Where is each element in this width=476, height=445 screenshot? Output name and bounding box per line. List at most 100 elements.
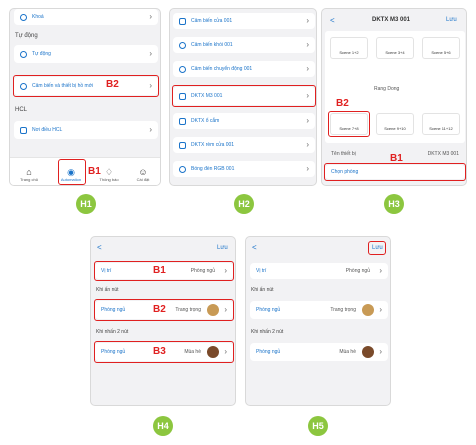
scene-thumbnail bbox=[362, 346, 374, 358]
screen-h4: < Lưu Vị trí Phòng ngủ › B1 Khi ấn nút P… bbox=[90, 236, 236, 406]
marker-b3: B3 bbox=[153, 346, 166, 357]
section-one-press: Khi ấn nút bbox=[251, 287, 274, 293]
chevron-right-icon: › bbox=[306, 40, 309, 49]
chevron-right-icon: › bbox=[306, 64, 309, 73]
device-row-3[interactable]: Cảm biến chuyển động 001 › bbox=[173, 61, 315, 77]
back-button[interactable]: < bbox=[330, 16, 335, 25]
door-sensor-icon bbox=[179, 17, 186, 25]
auto-label: Tự động bbox=[32, 51, 51, 57]
scene-thumbnail bbox=[362, 304, 374, 316]
device-row-6[interactable]: DKTX rèm cửa 001 › bbox=[173, 137, 315, 153]
socket-icon bbox=[179, 117, 186, 125]
scene-label-6: Scene 11+12 bbox=[429, 126, 453, 131]
highlight-save bbox=[368, 241, 386, 255]
device-label-2: Cảm biến khói 001 bbox=[191, 42, 233, 48]
screen-h1: Khoá › Tự động Tự động › Cảm biến và thi… bbox=[9, 8, 161, 186]
device-label-3: Cảm biến chuyển động 001 bbox=[191, 66, 253, 72]
screen-h2: Cảm biến cửa 001 › Cảm biến khói 001 › C… bbox=[169, 8, 317, 186]
device-row-1[interactable]: Cảm biến cửa 001 › bbox=[173, 13, 315, 29]
device-row-5[interactable]: DKTX ổ cắm › bbox=[173, 113, 315, 129]
scene-button-2[interactable]: Scene 3+4 bbox=[376, 37, 414, 59]
save-button[interactable]: Lưu bbox=[446, 17, 457, 23]
chevron-right-icon: › bbox=[149, 12, 152, 21]
scene-label-3: Scene 5+6 bbox=[431, 50, 451, 55]
section-hcl-title: HCL bbox=[15, 107, 28, 113]
chevron-right-icon: › bbox=[149, 125, 152, 134]
two-room: Phòng ngủ bbox=[256, 349, 281, 355]
badge-h4: H4 bbox=[153, 416, 173, 436]
chevron-right-icon: › bbox=[306, 164, 309, 173]
hcl-label: Nơi điều HCL bbox=[32, 127, 63, 133]
device-label-5: DKTX ổ cắm bbox=[191, 118, 220, 124]
refresh-icon bbox=[20, 50, 27, 58]
one-room: Phòng ngủ bbox=[256, 307, 281, 313]
chevron-right-icon: › bbox=[306, 116, 309, 125]
scene-label-5: Scene 9+10 bbox=[384, 126, 406, 131]
curtain-icon bbox=[179, 141, 186, 149]
scene-label-2: Scene 3+4 bbox=[385, 50, 405, 55]
badge-h2: H2 bbox=[234, 194, 254, 214]
tab-notifications-label: Thông báo bbox=[99, 177, 119, 182]
auto-row[interactable]: Tự động › bbox=[14, 45, 158, 63]
person-icon: ☺ bbox=[138, 167, 148, 177]
two-press-row[interactable]: Phòng ngủ Mùa hè › bbox=[250, 343, 388, 361]
scene-label-1: Scene 1+2 bbox=[339, 50, 359, 55]
position-value: Phòng ngủ bbox=[345, 268, 370, 274]
badge-h1: H1 bbox=[76, 194, 96, 214]
chevron-right-icon: › bbox=[379, 266, 382, 275]
motion-sensor-icon bbox=[179, 65, 186, 73]
hcl-row[interactable]: Nơi điều HCL › bbox=[14, 121, 158, 139]
chevron-right-icon: › bbox=[306, 140, 309, 149]
marker-b1: B1 bbox=[153, 265, 166, 276]
device-name-value: DKTX M3 001 bbox=[427, 151, 459, 157]
hcl-icon bbox=[20, 126, 27, 134]
screen-h3: < DKTX M3 001 Lưu Scene 1+2 Scene 3+4 Sc… bbox=[321, 8, 467, 186]
highlight-device bbox=[172, 85, 316, 107]
device-row-7[interactable]: Bóng đèn RGB 001 › bbox=[173, 161, 315, 177]
device-label-6: DKTX rèm cửa 001 bbox=[191, 142, 235, 148]
brand-logo: Rang Dong bbox=[374, 86, 399, 92]
tab-settings[interactable]: ☺ Cài đặt bbox=[132, 167, 154, 182]
chevron-right-icon: › bbox=[379, 305, 382, 314]
lock-icon bbox=[20, 13, 27, 21]
marker-b2: B2 bbox=[106, 79, 119, 90]
marker-b2: B2 bbox=[336, 98, 349, 109]
one-press-row[interactable]: Phòng ngủ Trang trọng › bbox=[250, 301, 388, 319]
chevron-right-icon: › bbox=[379, 347, 382, 356]
tab-home[interactable]: ⌂ Trang chủ bbox=[18, 167, 40, 182]
highlight-b2 bbox=[13, 75, 159, 97]
bell-icon: ♢ bbox=[104, 167, 114, 177]
device-row-2[interactable]: Cảm biến khói 001 › bbox=[173, 37, 315, 53]
smoke-sensor-icon bbox=[179, 41, 186, 49]
tab-notifications[interactable]: ♢ Thông báo bbox=[98, 167, 120, 182]
lock-row[interactable]: Khoá › bbox=[14, 9, 158, 25]
back-button[interactable]: < bbox=[97, 243, 102, 252]
highlight-b1 bbox=[58, 159, 86, 185]
scene-button-3[interactable]: Scene 5+6 bbox=[422, 37, 460, 59]
badge-h3: H3 bbox=[384, 194, 404, 214]
one-scene: Trang trọng bbox=[330, 307, 356, 313]
badge-h5: H5 bbox=[308, 416, 328, 436]
home-icon: ⌂ bbox=[26, 167, 32, 177]
device-label-7: Bóng đèn RGB 001 bbox=[191, 166, 235, 172]
lock-label: Khoá bbox=[32, 14, 44, 20]
position-row[interactable]: Vị trí Phòng ngủ › bbox=[250, 263, 388, 279]
two-scene: Mùa hè bbox=[339, 349, 356, 355]
section-one-press: Khi ấn nút bbox=[96, 287, 119, 293]
tab-home-label: Trang chủ bbox=[20, 177, 38, 182]
scene-button-1[interactable]: Scene 1+2 bbox=[330, 37, 368, 59]
back-button[interactable]: < bbox=[252, 243, 257, 252]
position-label: Vị trí bbox=[256, 268, 267, 274]
screen-h5: < Lưu Vị trí Phòng ngủ › Khi ấn nút Phòn… bbox=[245, 236, 391, 406]
scene-button-5[interactable]: Scene 9+10 bbox=[376, 113, 414, 135]
section-two-press: Khi nhấn 2 nút bbox=[251, 329, 284, 335]
highlight-b2 bbox=[328, 111, 370, 137]
device-label-1: Cảm biến cửa 001 bbox=[191, 18, 233, 24]
chevron-right-icon: › bbox=[306, 16, 309, 25]
marker-b2: B2 bbox=[153, 304, 166, 315]
page-title: DKTX M3 001 bbox=[372, 17, 411, 23]
chevron-right-icon: › bbox=[149, 49, 152, 58]
section-auto-title: Tự động bbox=[15, 33, 38, 39]
scene-button-6[interactable]: Scene 11+12 bbox=[422, 113, 460, 135]
save-button[interactable]: Lưu bbox=[217, 245, 228, 251]
